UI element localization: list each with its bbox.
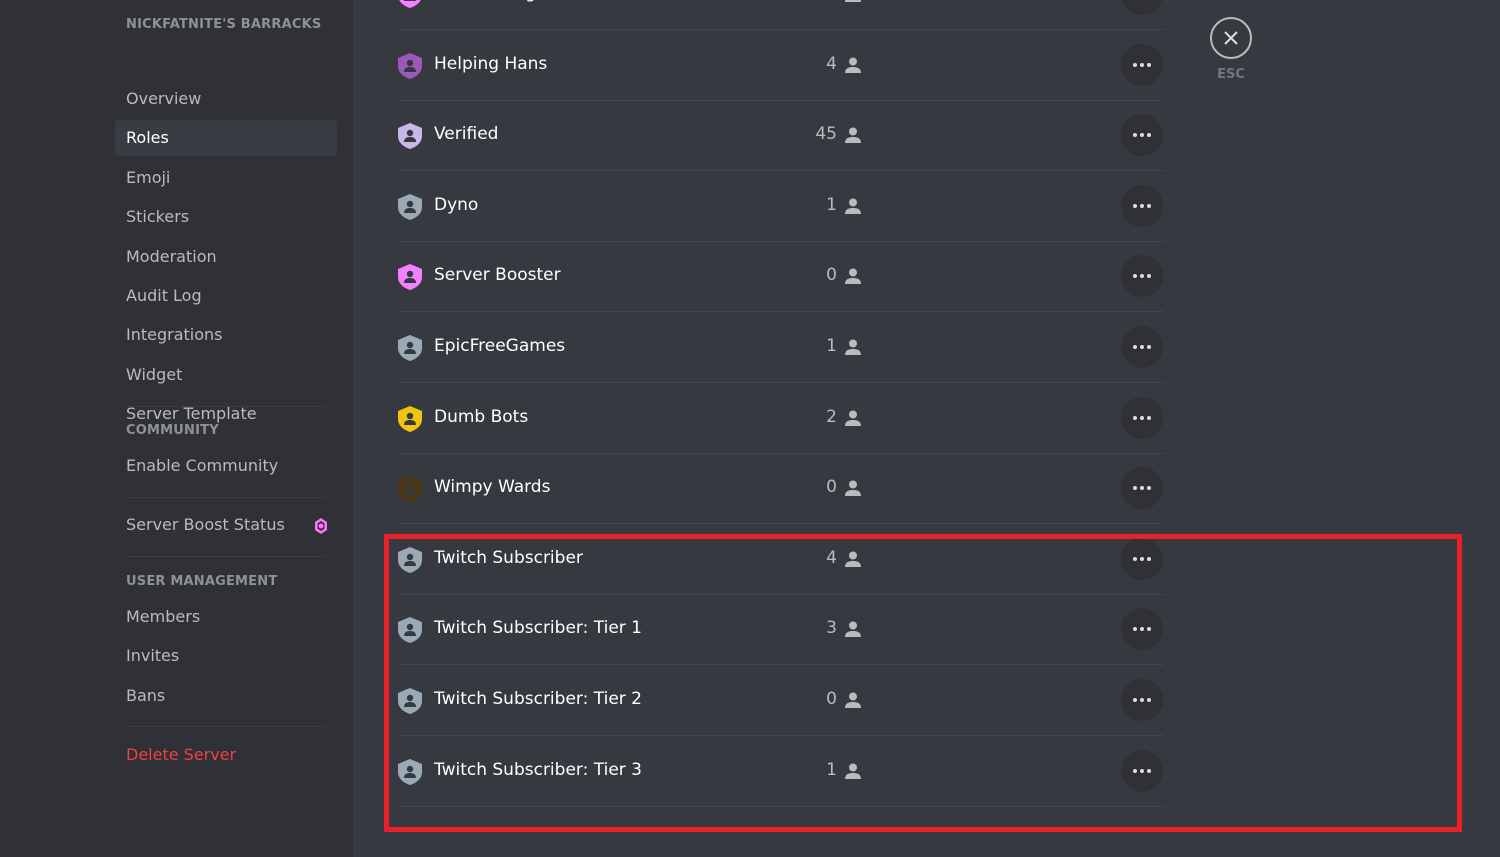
divider — [126, 726, 326, 727]
member-count: 1 — [826, 194, 837, 215]
role-shield-icon — [398, 264, 422, 291]
sidebar-item-bans[interactable]: Bans — [115, 678, 337, 714]
person-icon — [845, 57, 861, 73]
more-dots-icon — [1133, 62, 1151, 67]
role-name: Dumb Bots — [434, 406, 529, 427]
sidebar-item-audit-log[interactable]: Audit Log — [115, 278, 337, 314]
sidebar-item-integrations[interactable]: Integrations — [115, 317, 337, 353]
role-more-button[interactable] — [1121, 396, 1163, 439]
sidebar-item-stickers[interactable]: Stickers — [115, 199, 337, 235]
more-dots-icon — [1133, 203, 1151, 208]
role-more-button[interactable] — [1121, 467, 1163, 510]
role-shield-icon — [398, 476, 422, 503]
sidebar-item-delete-server[interactable]: Delete Server — [115, 737, 337, 773]
role-shield-icon — [398, 193, 422, 220]
role-name: Verified — [434, 124, 499, 145]
role-name: Dyno — [434, 194, 479, 215]
settings-sidebar: NICKFATNITE'S BARRACKS Overview Roles Emoj… — [0, 0, 353, 857]
role-more-button[interactable] — [1121, 255, 1163, 298]
role-shield-icon — [398, 52, 422, 79]
member-count: 4 — [826, 53, 837, 74]
role-row[interactable]: Dumb Bots 2 — [398, 383, 1164, 454]
person-icon — [845, 127, 861, 144]
divider — [126, 556, 326, 557]
role-more-button[interactable] — [1121, 326, 1163, 368]
person-icon — [845, 480, 861, 497]
more-dots-icon — [1133, 274, 1151, 279]
sidebar-item-emoji[interactable]: Emoji — [115, 160, 337, 196]
person-icon — [845, 268, 861, 285]
member-count: 45 — [815, 124, 837, 145]
more-dots-icon — [1133, 133, 1151, 138]
role-row[interactable]: Server Booster 0 — [398, 241, 1164, 313]
sidebar-item-members[interactable]: Members — [115, 599, 337, 635]
boost-gem-icon — [315, 518, 327, 534]
role-shield-icon — [398, 335, 422, 361]
role-more-button[interactable] — [1121, 114, 1163, 157]
role-more-button[interactable] — [1121, 0, 1163, 15]
person-icon — [845, 198, 861, 214]
divider — [126, 497, 326, 498]
community-header: COMMUNITY — [126, 423, 219, 438]
person-icon — [845, 339, 861, 355]
esc-label: ESC — [1217, 67, 1245, 82]
role-name: Wimpy Wards — [434, 477, 551, 498]
more-dots-icon — [1133, 345, 1151, 349]
sidebar-item-moderation[interactable]: Moderation — [115, 239, 337, 275]
role-name: Green Gang — [434, 0, 536, 3]
user-management-header: USER MANAGEMENT — [126, 574, 278, 589]
sidebar-item-overview[interactable]: Overview — [115, 81, 337, 117]
member-count: 7 — [826, 0, 837, 3]
sidebar-item-roles[interactable]: Roles — [115, 120, 337, 157]
sidebar-item-server-boost-status[interactable]: Server Boost Status — [115, 507, 337, 543]
sidebar-item-enable-community[interactable]: Enable Community — [115, 448, 337, 484]
person-icon — [845, 410, 861, 426]
role-row[interactable]: Verified 45 — [398, 100, 1164, 172]
member-count: 0 — [826, 265, 837, 286]
sidebar-item-invites[interactable]: Invites — [115, 638, 337, 674]
server-name-header: NICKFATNITE'S BARRACKS — [126, 17, 322, 32]
divider — [126, 406, 326, 407]
role-row[interactable]: Wimpy Wards 0 — [398, 453, 1164, 525]
highlight-box — [384, 534, 1462, 832]
role-row[interactable]: Helping Hans 4 — [398, 30, 1164, 101]
role-shield-icon — [399, 0, 421, 8]
more-dots-icon — [1133, 415, 1151, 420]
more-dots-icon — [1133, 486, 1151, 491]
sidebar-item-widget[interactable]: Widget — [115, 357, 337, 393]
role-row[interactable]: Green Gang 7 — [398, 0, 1164, 30]
member-count: 0 — [826, 477, 837, 498]
member-count: 2 — [826, 406, 837, 427]
role-name: Server Booster — [434, 265, 561, 286]
person-icon — [845, 0, 861, 2]
role-row[interactable]: EpicFreeGames 1 — [398, 312, 1164, 383]
role-name: EpicFreeGames — [434, 336, 566, 356]
role-more-button[interactable] — [1121, 184, 1163, 227]
role-shield-icon — [398, 123, 422, 150]
sidebar-item-label: Server Boost Status — [126, 515, 285, 534]
close-icon — [1224, 31, 1238, 45]
close-button[interactable] — [1210, 17, 1252, 59]
role-shield-icon — [398, 405, 422, 432]
member-count: 1 — [826, 336, 837, 356]
role-row[interactable]: Dyno 1 — [398, 171, 1164, 242]
role-more-button[interactable] — [1121, 43, 1163, 86]
role-name: Helping Hans — [434, 53, 548, 74]
